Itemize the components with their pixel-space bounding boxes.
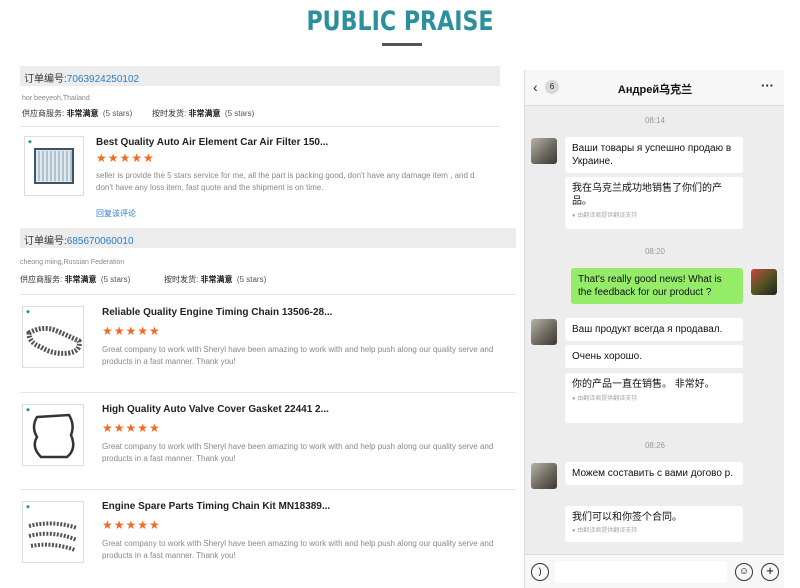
review-text: Great company to work with Sheryl have b…	[102, 539, 494, 560]
chat-input-bar: ) ☺ +	[525, 554, 784, 588]
buyer-name: hor beeyeoh,Thailand	[22, 95, 90, 102]
translation-note: ● 由翻译君提供翻译支持	[572, 396, 638, 402]
product-name[interactable]: Reliable Quality Engine Timing Chain 135…	[102, 307, 332, 318]
reply-link[interactable]: 回复该评论	[96, 208, 136, 219]
star-rating: ★★★★★	[102, 421, 161, 435]
translation-note: ● 由翻译君提供翻译支持	[572, 528, 638, 534]
contact-avatar[interactable]	[531, 138, 557, 164]
message-bubble[interactable]: 我们可以和你签个合同。 ● 由翻译君提供翻译支持	[565, 506, 743, 542]
message-input[interactable]	[555, 561, 727, 583]
star-rating: ★★★★★	[102, 324, 161, 338]
timestamp: 08:20	[644, 247, 666, 256]
message-bubble[interactable]: Ваш продукт всегда я продавал.	[565, 318, 743, 341]
product-name[interactable]: Best Quality Auto Air Element Car Air Fi…	[96, 137, 328, 148]
brand-logo-icon: ◆	[26, 504, 30, 510]
chat-header: ‹ 6 Андрей乌克兰 ···	[525, 70, 784, 106]
product-thumbnail[interactable]: ◆	[22, 306, 84, 368]
star-rating: ★★★★★	[102, 518, 161, 532]
review-text: seller is provide the 5 stars service fo…	[96, 171, 475, 192]
message-bubble-sent[interactable]: That's really good news! What is the fee…	[571, 268, 743, 304]
divider	[20, 489, 516, 490]
message-bubble[interactable]: Ваши товары я успешно продаю в Украине.	[565, 137, 743, 173]
divider	[20, 392, 516, 393]
translate-icon: ●	[572, 396, 576, 402]
product-name[interactable]: High Quality Auto Valve Cover Gasket 224…	[102, 404, 329, 415]
brand-logo-icon: ◆	[28, 139, 32, 145]
translate-icon: ●	[572, 528, 576, 534]
brand-logo-icon: ◆	[26, 407, 30, 413]
title-underline	[382, 43, 422, 46]
review-text: Great company to work with Sheryl have b…	[102, 442, 494, 463]
order-label: 订单编号:	[24, 236, 67, 247]
translate-icon: ●	[572, 213, 576, 219]
buyer-name: cheong miing,Russian Federation	[20, 259, 125, 266]
timestamp: 08:14	[644, 116, 666, 125]
order-bar: 订单编号:7063924250102	[20, 66, 500, 86]
timestamp: 08:26	[644, 441, 666, 450]
chat-contact-name: Андрей乌克兰	[617, 84, 693, 96]
divider	[20, 126, 500, 127]
shipping-rating: 按时发货: 非常满意 (5 stars)	[164, 275, 267, 284]
message-bubble[interactable]: 你的产品一直在销售。 非常好。 ● 由翻译君提供翻译支持	[565, 373, 743, 423]
brand-logo-icon: ◆	[26, 309, 30, 315]
star-rating: ★★★★★	[96, 151, 155, 165]
review-text: Great company to work with Sheryl have b…	[102, 345, 494, 366]
divider	[20, 294, 516, 295]
order-bar: 订单编号:685670060010	[20, 228, 516, 248]
page-title: PUBLIC PRAISE	[306, 6, 494, 37]
product-name[interactable]: Engine Spare Parts Timing Chain Kit MN18…	[102, 501, 330, 512]
contact-avatar[interactable]	[531, 463, 557, 489]
message-bubble[interactable]: Очень хорошо.	[565, 345, 743, 368]
product-thumbnail[interactable]: ◆	[24, 136, 84, 196]
order-number[interactable]: 685670060010	[67, 236, 134, 247]
own-avatar[interactable]	[751, 269, 777, 295]
order-number[interactable]: 7063924250102	[67, 74, 139, 85]
shipping-rating: 按时发货: 非常满意 (5 stars)	[152, 109, 255, 118]
plus-icon[interactable]: +	[761, 563, 779, 581]
contact-avatar[interactable]	[531, 319, 557, 345]
emoji-icon[interactable]: ☺	[735, 563, 753, 581]
more-options-icon[interactable]: ···	[761, 78, 774, 93]
translation-note: ● 由翻译君提供翻译支持	[572, 213, 638, 219]
voice-icon[interactable]: )	[531, 563, 549, 581]
message-bubble[interactable]: 我在乌克兰成功地销售了你们的产品。 ● 由翻译君提供翻译支持	[565, 177, 743, 229]
order-label: 订单编号:	[24, 74, 67, 85]
product-thumbnail[interactable]: ◆	[22, 501, 84, 563]
chat-window: ‹ 6 Андрей乌克兰 ··· 08:14 Ваши товары я ус…	[524, 70, 784, 588]
message-bubble[interactable]: Можем составить с вами догово р.	[565, 462, 743, 485]
supplier-rating: 供应商服务: 非常满意 (5 stars)	[20, 275, 131, 284]
product-thumbnail[interactable]: ◆	[22, 404, 84, 466]
supplier-rating: 供应商服务: 非常满意 (5 stars)	[22, 109, 133, 118]
